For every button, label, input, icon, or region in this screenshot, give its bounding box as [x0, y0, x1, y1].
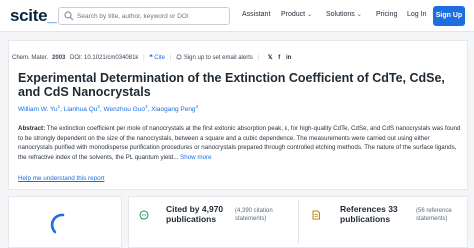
- author-name: Xiaogang Peng: [151, 106, 196, 114]
- journal-name: Chem. Mater.: [12, 55, 49, 61]
- top-navigation-bar: scite_ Assistant Product⌄ Solutions⌄ Pri…: [0, 0, 474, 32]
- references-button[interactable]: References 33 publications: [340, 204, 398, 224]
- chevron-down-icon: ⌄: [307, 12, 313, 18]
- reference-statements-line2: statements): [416, 216, 448, 222]
- paper-meta: Chem. Mater. 2003 DOI: 10.1021/cm034081k …: [12, 54, 291, 61]
- author-list: William W. Yu1, Lianhua Qu2, Wenzhou Guo…: [18, 104, 199, 114]
- loading-spinner: [50, 213, 65, 234]
- cite-link[interactable]: Cite: [154, 55, 165, 61]
- chevron-down-icon: ⌄: [356, 12, 362, 18]
- document-icon: [312, 210, 320, 220]
- author-name: Lianhua Qu: [63, 106, 98, 114]
- citation-statements: (4,390 citation statements): [235, 207, 273, 223]
- citation-statements-line1: (4,390 citation: [235, 208, 273, 214]
- author-index: 4: [195, 104, 199, 109]
- nav-solutions-label: Solutions: [326, 11, 355, 18]
- author-link[interactable]: Xiaogang Peng4: [151, 104, 199, 114]
- paper-title: Experimental Determination of the Extinc…: [18, 71, 445, 99]
- divider: |: [169, 55, 172, 61]
- references-unit: publications: [340, 213, 391, 224]
- author-index: 1: [57, 104, 61, 109]
- nav-pricing[interactable]: Pricing: [376, 11, 397, 18]
- nav-assistant[interactable]: Assistant: [242, 11, 270, 18]
- author-link[interactable]: William W. Yu1: [18, 104, 61, 114]
- doi[interactable]: DOI: 10.1021/cm034081k: [70, 55, 138, 61]
- logo-suffix: _: [47, 6, 57, 25]
- stats-divider: [298, 200, 299, 244]
- chat-icon: [139, 210, 149, 220]
- bell-icon: [176, 54, 182, 60]
- citation-statements-line2: statements): [235, 216, 267, 222]
- paper-card: [8, 40, 468, 190]
- search-input[interactable]: [77, 8, 227, 24]
- divider: |: [257, 55, 260, 61]
- help-link[interactable]: Help me understand this report: [18, 175, 104, 182]
- facebook-icon[interactable]: f: [278, 55, 280, 61]
- logo-text: scite: [10, 6, 48, 25]
- email-alerts-link[interactable]: Sign up to set email alerts: [184, 55, 253, 61]
- signup-button[interactable]: Sign Up: [433, 6, 465, 26]
- divider: |: [143, 55, 145, 61]
- abstract-text: The extinction coefficient per mole of n…: [18, 125, 461, 161]
- cited-by-button[interactable]: Cited by 4,970 publications: [166, 204, 223, 224]
- abstract: Abstract: The extinction coefficient per…: [18, 124, 464, 162]
- search-box[interactable]: [58, 7, 230, 25]
- show-more-label: Show more: [180, 153, 212, 161]
- cited-by-unit: publications: [166, 213, 217, 224]
- publication-year: 2003: [52, 55, 66, 61]
- search-icon: [64, 11, 74, 21]
- author-name: William W. Yu: [18, 106, 58, 114]
- author-name: Wenzhou Guo: [103, 106, 145, 114]
- nav-product[interactable]: Product ⌄: [281, 11, 312, 18]
- abstract-label: Abstract:: [18, 125, 46, 132]
- reference-statements: (56 reference statements): [416, 207, 452, 223]
- show-more-link[interactable]: Show more: [180, 154, 211, 161]
- login-link[interactable]: Log In: [407, 11, 426, 18]
- nav-product-label: Product: [281, 11, 306, 18]
- scite-logo[interactable]: scite_: [10, 6, 57, 26]
- author-link[interactable]: Wenzhou Guo3: [103, 104, 148, 114]
- quote-icon: ❝: [149, 55, 153, 61]
- author-index: 2: [97, 104, 100, 109]
- twitter-icon[interactable]: 𝕏: [268, 54, 273, 61]
- reference-statements-line1: (56 reference: [416, 208, 452, 214]
- author-index: 3: [144, 104, 148, 109]
- linkedin-icon[interactable]: in: [286, 55, 291, 61]
- author-link[interactable]: Lianhua Qu2: [63, 104, 100, 114]
- nav-solutions[interactable]: Solutions ⌄: [326, 11, 362, 18]
